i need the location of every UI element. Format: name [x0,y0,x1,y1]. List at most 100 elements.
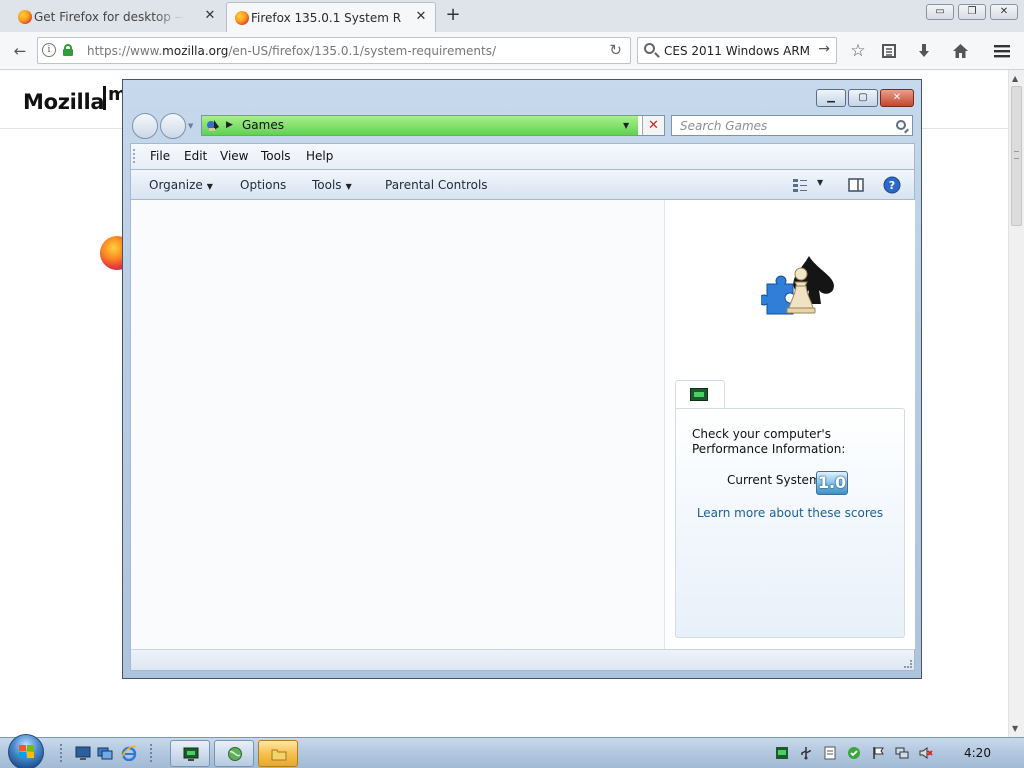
learn-more-link[interactable]: Learn more about these scores [676,506,904,520]
security-check-icon[interactable] [847,746,861,760]
page-scrollbar[interactable]: ▲ ▼ [1008,70,1024,737]
show-desktop-icon[interactable] [75,745,91,761]
switch-windows-icon[interactable] [97,745,113,761]
firefox-favicon-icon [18,10,32,24]
tools-button[interactable]: Tools ▼ [312,178,352,192]
recent-pages-icon[interactable]: ▼ [188,122,193,130]
network-icon[interactable] [895,746,909,760]
explorer-command-bar: Organize ▼ Options Tools ▼ Parental Contro… [130,169,915,200]
svg-text:?: ? [889,179,895,192]
url-bar[interactable]: i https://www.mozilla.org/en-US/firefox/… [37,37,631,64]
explorer-search-input[interactable]: Search Games [671,115,913,136]
taskbar-clock[interactable]: 4:20 [964,746,991,760]
restore-button[interactable]: ❐ [958,4,986,20]
tab-title: Get Firefox for desktop — M [34,10,184,24]
taskbar: 4:20 [0,734,1024,768]
folder-icon [271,749,287,761]
taskbar-grip[interactable] [150,744,154,762]
close-tab-icon[interactable]: ✕ [413,9,429,25]
search-input[interactable]: CES 2011 Windows ARM → [637,37,837,64]
scroll-thumb[interactable] [1011,86,1022,226]
back-button[interactable]: ← [8,39,32,63]
browser-tab[interactable]: Get Firefox for desktop — M ✕ [10,2,224,32]
performance-score-badge: 1.0 [816,471,848,495]
breadcrumb-games[interactable]: Games [242,118,284,133]
games-explorer-icon [761,256,835,315]
explorer-status-bar [130,649,915,671]
menu-tools[interactable]: Tools [261,149,291,163]
windows-logo-icon [19,745,35,759]
options-button[interactable]: Options [240,178,286,192]
lock-icon [63,44,73,56]
menu-icon[interactable] [990,39,1014,63]
performance-description: Check your computer's Performance Inform… [692,427,846,456]
help-icon[interactable]: ? [883,176,901,194]
performance-chip-icon [690,388,708,401]
site-info-icon[interactable]: i [42,43,56,57]
close-window-button[interactable]: ✕ [990,4,1018,20]
games-close-button[interactable]: ✕ [880,89,914,107]
tray-chip-icon[interactable] [775,746,789,760]
address-dropdown-icon[interactable]: ▼ [623,119,629,132]
browser-tab-bar: Get Firefox for desktop — M ✕ Firefox 13… [0,0,1024,32]
search-icon[interactable] [896,120,906,130]
breadcrumb-separator-icon[interactable]: ▶ [226,118,233,133]
url-text[interactable]: https://www.mozilla.org/en-US/firefox/13… [87,44,496,58]
close-tab-icon[interactable]: ✕ [202,8,218,24]
taskbar-grip[interactable] [60,744,64,762]
reading-list-icon[interactable] [877,39,901,63]
download-icon[interactable] [912,39,936,63]
start-button[interactable] [8,734,44,768]
network-globe-icon [228,747,242,761]
minimize-button[interactable]: ▭ [926,4,954,20]
action-center-flag-icon[interactable] [871,746,885,760]
browser-tab-active[interactable]: Firefox 135.0.1 System Requir ✕ [226,2,436,32]
preview-pane-icon[interactable] [848,177,864,193]
search-query[interactable]: CES 2011 Windows ARM [664,44,810,58]
taskbar-performance-button[interactable] [170,740,210,767]
search-placeholder: Search Games [680,119,768,133]
reload-icon[interactable]: ↻ [609,41,622,59]
home-icon[interactable] [948,39,972,63]
explorer-content: Check your computer's Performance Inform… [130,200,915,649]
bookmark-star-icon[interactable]: ☆ [846,39,870,63]
search-icon [644,43,655,54]
explorer-address-bar[interactable]: ▶ Games ▼ ✕ [201,115,665,136]
scroll-down-icon[interactable]: ▼ [1012,724,1021,733]
parental-controls-button[interactable]: Parental Controls [385,178,488,192]
organize-button[interactable]: Organize ▼ [149,178,213,192]
volume-muted-icon[interactable] [919,746,933,760]
games-list-pane[interactable] [131,200,665,649]
taskbar-network-button[interactable] [214,740,254,767]
notepad-icon[interactable] [823,746,837,760]
details-pane: Check your computer's Performance Inform… [665,200,915,649]
menu-file[interactable]: File [150,149,170,163]
firefox-favicon-icon [235,11,249,25]
explorer-forward-button[interactable] [160,113,186,139]
new-tab-button[interactable]: + [442,4,464,26]
monitor-chip-icon [183,747,199,761]
tab-title: Firefox 135.0.1 System Requir [251,10,401,25]
taskbar-games-button[interactable] [258,740,298,767]
mozilla-logo[interactable]: Mozilla [23,90,105,114]
games-maximize-button[interactable]: ▢ [848,89,878,107]
resize-grip[interactable] [904,660,912,668]
performance-panel: Check your computer's Performance Inform… [675,408,905,638]
menu-view[interactable]: View [220,149,248,163]
menu-grip [133,149,136,163]
view-details-icon[interactable] [792,177,808,193]
search-go-icon[interactable]: → [818,41,830,57]
current-system-label: Current System [727,473,821,487]
menu-help[interactable]: Help [306,149,333,163]
performance-tab[interactable] [675,380,725,409]
scroll-up-icon[interactable]: ▲ [1012,74,1021,83]
games-explorer-window: ▁ ▢ ✕ ▼ ▶ Games ▼ ✕ Search Games File Ed… [122,79,922,679]
logo-divider [103,86,106,110]
view-dropdown-icon[interactable]: ▼ [817,178,823,187]
stop-icon[interactable]: ✕ [642,116,664,135]
explorer-back-button[interactable] [132,113,158,139]
menu-edit[interactable]: Edit [184,149,207,163]
internet-explorer-icon[interactable] [121,745,137,761]
games-minimize-button[interactable]: ▁ [816,89,846,107]
usb-icon[interactable] [799,746,813,760]
